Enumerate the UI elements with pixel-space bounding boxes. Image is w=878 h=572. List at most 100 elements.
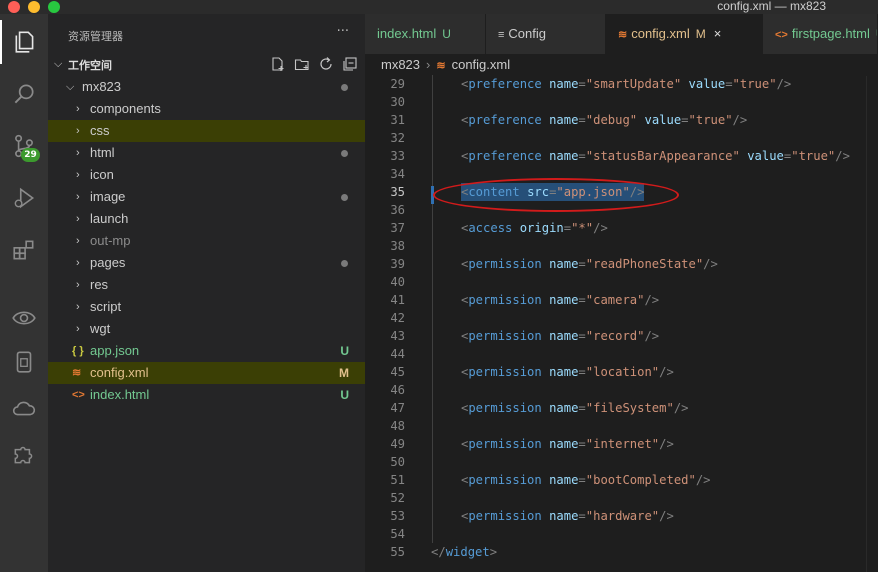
tree-file[interactable]: <> index.html U — [48, 384, 365, 406]
code-line[interactable]: 51 <permission name="bootCompleted"/> — [365, 471, 878, 489]
close-icon[interactable]: × — [714, 26, 722, 41]
activity-run-debug[interactable] — [0, 176, 48, 220]
code-line[interactable]: 43 <permission name="record"/> — [365, 327, 878, 345]
new-file-icon[interactable] — [270, 56, 286, 72]
modified-dot — [341, 150, 348, 157]
tree-folder[interactable]: › wgt — [48, 318, 365, 340]
line-number: 55 — [390, 545, 405, 559]
tree-folder[interactable]: › css — [48, 120, 365, 142]
tab-label: config.xml — [631, 26, 690, 41]
tree-folder[interactable]: › launch — [48, 208, 365, 230]
chevron-right-icon: › — [76, 235, 80, 247]
workspace-title: 工作空间 — [68, 59, 112, 72]
line-number: 47 — [390, 401, 405, 415]
run-debug-icon — [14, 187, 35, 209]
code-line[interactable]: 30 — [365, 93, 878, 111]
line-number: 36 — [390, 203, 405, 217]
chevron-right-icon: › — [76, 191, 80, 203]
activity-plugins[interactable] — [0, 432, 48, 476]
tree-folder[interactable]: › icon — [48, 164, 365, 186]
tree-folder[interactable]: › pages — [48, 252, 365, 274]
code-line[interactable]: 33 <preference name="statusBarAppearance"… — [365, 147, 878, 165]
line-number: 43 — [390, 329, 405, 343]
activity-search[interactable] — [0, 72, 48, 116]
code-text: </widget> — [431, 545, 498, 559]
breadcrumb-file[interactable]: config.xml — [452, 57, 511, 72]
tree-folder[interactable]: › html — [48, 142, 365, 164]
code-text: <permission name="camera"/> — [461, 293, 660, 307]
tree-item-label: index.html — [90, 387, 150, 402]
chevron-right-icon: › — [426, 57, 431, 72]
tree-folder[interactable]: › image — [48, 186, 365, 208]
code-line[interactable]: 31 <preference name="debug" value="true"/… — [365, 111, 878, 129]
window-maximize-button[interactable] — [48, 1, 60, 13]
editor-tab[interactable]: ≡ Config — [486, 14, 606, 54]
tree-item-label: pages — [90, 255, 126, 270]
window-close-button[interactable] — [8, 1, 20, 13]
collapse-all-icon[interactable] — [342, 56, 358, 72]
tree-item-label: launch — [90, 211, 129, 226]
tree-file[interactable]: ≋ config.xml M — [48, 362, 365, 384]
cloud-icon — [12, 401, 36, 416]
project-root[interactable]: ⌵ mx823 — [48, 76, 365, 98]
breadcrumb: mx823 › ≋ config.xml — [365, 54, 878, 76]
code-line[interactable]: 42 — [365, 309, 878, 327]
editor-tab[interactable]: ≋ config.xml M × — [606, 14, 763, 54]
new-folder-icon[interactable] — [294, 56, 310, 72]
tab-file-icon: ≡ — [498, 29, 505, 41]
modified-dot — [341, 194, 348, 201]
activity-extensions[interactable] — [0, 228, 48, 272]
code-line[interactable]: 48 — [365, 417, 878, 435]
activity-explorer[interactable] — [0, 20, 48, 64]
line-number: 51 — [390, 473, 405, 487]
tab-status-badge: U — [442, 27, 451, 41]
code-line[interactable]: 41 <permission name="camera"/> — [365, 291, 878, 309]
line-number: 33 — [390, 149, 405, 163]
code-line[interactable]: 55 </widget> — [365, 543, 878, 561]
line-number: 44 — [390, 347, 405, 361]
file-type-icon: { } — [72, 345, 84, 357]
code-line[interactable]: 38 — [365, 237, 878, 255]
tree-folder[interactable]: › out-mp — [48, 230, 365, 252]
code-line[interactable]: 40 — [365, 273, 878, 291]
code-line[interactable]: 47 <permission name="fileSystem"/> — [365, 399, 878, 417]
tab-label: firstpage.html — [791, 26, 870, 41]
code-line[interactable]: 46 — [365, 381, 878, 399]
tree-file[interactable]: { } app.json U — [48, 340, 365, 362]
tree-folder[interactable]: › script — [48, 296, 365, 318]
tab-label: index.html — [377, 26, 437, 41]
breadcrumb-folder[interactable]: mx823 — [381, 57, 420, 72]
code-text: <permission name="record"/> — [461, 329, 660, 343]
code-line[interactable]: 29 <preference name="smartUpdate" value="… — [365, 75, 878, 93]
code-line[interactable]: 54 — [365, 525, 878, 543]
code-line[interactable]: 49 <permission name="internet"/> — [365, 435, 878, 453]
code-line[interactable]: 44 — [365, 345, 878, 363]
code-line[interactable]: 53 <permission name="hardware"/> — [365, 507, 878, 525]
tab-label: Config — [508, 26, 546, 41]
chevron-down-icon: ⌵ — [54, 57, 63, 70]
tree-folder[interactable]: › res — [48, 274, 365, 296]
line-number: 38 — [390, 239, 405, 253]
vertical-scrollbar[interactable] — [866, 76, 878, 572]
tree-folder[interactable]: › components — [48, 98, 365, 120]
activity-preview[interactable] — [0, 296, 48, 340]
activity-device[interactable] — [0, 340, 48, 384]
code-line[interactable]: 32 — [365, 129, 878, 147]
refresh-icon[interactable] — [318, 56, 334, 72]
code-line[interactable]: 50 — [365, 453, 878, 471]
code-text: <permission name="hardware"/> — [461, 509, 674, 523]
code-line[interactable]: 52 — [365, 489, 878, 507]
code-line[interactable]: 37 <access origin="*"/> — [365, 219, 878, 237]
workspace-section-header[interactable]: ⌵ 工作空间 — [48, 55, 365, 75]
editor-tab[interactable]: index.html U — [365, 14, 486, 54]
window-minimize-button[interactable] — [28, 1, 40, 13]
line-number: 41 — [390, 293, 405, 307]
code-line[interactable]: 39 <permission name="readPhoneState"/> — [365, 255, 878, 273]
more-actions-button[interactable]: ··· — [337, 24, 349, 39]
editor-tab[interactable]: <>firstpage.htmlU — [763, 14, 878, 54]
activity-source-control[interactable] — [0, 124, 48, 168]
tree-item-label: script — [90, 299, 122, 314]
activity-cloud[interactable] — [0, 386, 48, 430]
code-line[interactable]: 45 <permission name="location"/> — [365, 363, 878, 381]
line-number: 53 — [390, 509, 405, 523]
